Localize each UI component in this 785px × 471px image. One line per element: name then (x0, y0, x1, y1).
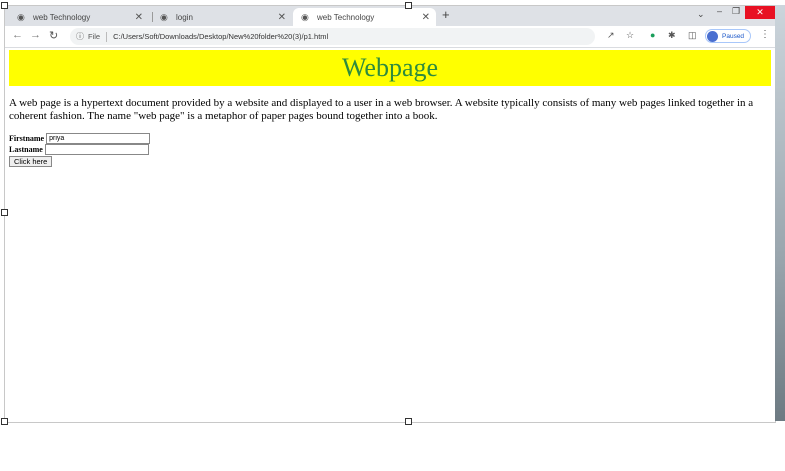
lastname-label: Lastname (9, 145, 43, 154)
window-close-button[interactable]: ✕ (745, 6, 775, 19)
divider (106, 31, 108, 42)
browser-toolbar: ← → ↻ ⓘ File C:/Users/Soft/Downloads/Des… (5, 26, 775, 48)
resize-handle[interactable] (1, 209, 8, 216)
tab-web-technology-1[interactable]: ◉ web Technology ✕ (9, 8, 149, 26)
description-paragraph: A web page is a hypertext document provi… (9, 97, 754, 122)
resize-handle[interactable] (1, 2, 8, 9)
resize-handle[interactable] (405, 2, 412, 9)
tab-title: login (176, 12, 193, 22)
globe-icon: ◉ (17, 11, 25, 22)
firstname-input[interactable] (46, 133, 151, 144)
firstname-label: Firstname (9, 134, 45, 143)
restore-button[interactable]: ❐ (732, 6, 740, 17)
tab-title: web Technology (33, 12, 91, 22)
tab-bar: ◉ web Technology ✕ ◉ login ✕ ◉ web Techn… (5, 6, 775, 26)
desktop-background-strip (775, 5, 785, 421)
chevron-down-icon[interactable]: ⌄ (697, 9, 705, 20)
info-icon[interactable]: ⓘ (76, 31, 84, 42)
puzzle-icon[interactable]: ✱ (668, 30, 676, 41)
page-heading: Webpage (341, 53, 439, 82)
menu-kebab-icon[interactable]: ⋮ (760, 29, 770, 40)
profile-paused-button[interactable]: Paused (705, 29, 751, 43)
page-viewport: Webpage A web page is a hypertext docume… (5, 48, 775, 422)
forward-arrow-icon[interactable]: → (30, 29, 41, 41)
close-icon[interactable]: ✕ (422, 12, 430, 23)
file-label: File (88, 32, 101, 41)
resize-handle[interactable] (1, 418, 8, 425)
url-text: C:/Users/Soft/Downloads/Desktop/New%20fo… (113, 32, 329, 41)
tab-web-technology-active[interactable]: ◉ web Technology ✕ (293, 8, 436, 26)
extension-grammarly-icon[interactable]: ● (650, 30, 655, 40)
click-here-button[interactable]: Click here (9, 156, 53, 167)
back-arrow-icon[interactable]: ← (12, 29, 23, 41)
share-icon[interactable]: ↗ (607, 30, 615, 41)
lastname-row: Lastname (9, 144, 150, 155)
close-icon[interactable]: ✕ (135, 12, 143, 23)
new-tab-button[interactable]: + (442, 7, 450, 22)
reload-icon[interactable]: ↻ (49, 29, 58, 42)
close-icon[interactable]: ✕ (278, 12, 286, 23)
resize-handle[interactable] (405, 418, 412, 425)
globe-icon: ◉ (301, 11, 309, 22)
address-bar[interactable]: ⓘ File C:/Users/Soft/Downloads/Desktop/N… (70, 28, 595, 45)
sidebar-icon[interactable]: ◫ (688, 30, 697, 41)
star-icon[interactable]: ☆ (626, 30, 634, 41)
minimize-button[interactable]: – (717, 6, 722, 16)
tab-title: web Technology (317, 12, 375, 22)
globe-icon: ◉ (160, 11, 168, 22)
name-form: Firstname Lastname Click here (9, 133, 151, 167)
browser-window: ◉ web Technology ✕ ◉ login ✕ ◉ web Techn… (4, 5, 776, 423)
tab-login[interactable]: ◉ login ✕ (152, 8, 292, 26)
avatar (707, 30, 718, 42)
firstname-row: Firstname (9, 133, 151, 144)
lastname-input[interactable] (44, 144, 149, 155)
heading-banner: Webpage (9, 50, 771, 86)
profile-status: Paused (722, 32, 745, 40)
